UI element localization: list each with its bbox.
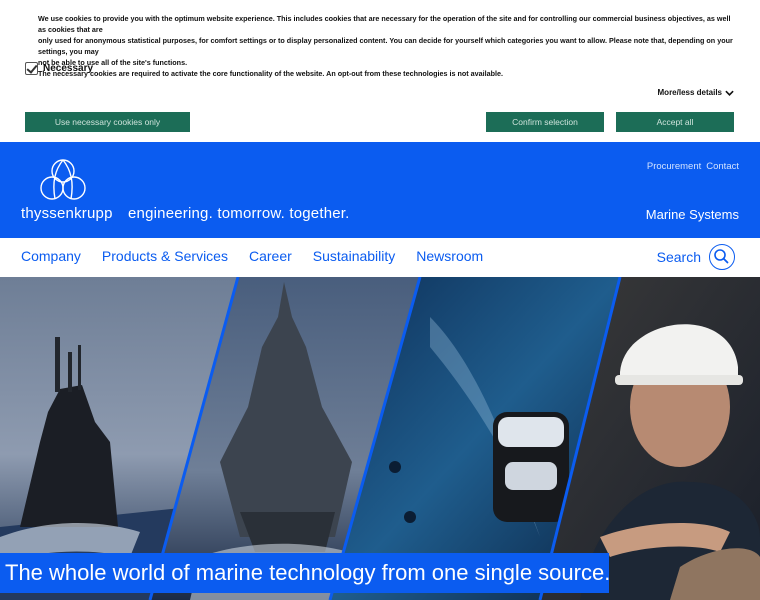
nav-items: Company Products & Services Career Susta… [21,248,504,264]
cookie-banner: We use cookies to provide you with the o… [0,0,760,142]
site-header: thyssenkrupp engineering. tomorrow. toge… [0,142,760,238]
search-button[interactable]: Search [657,244,735,270]
brand-tagline: engineering. tomorrow. together. [128,205,350,222]
top-links: Procurement Contact [647,161,739,172]
necessary-checkbox[interactable] [25,62,38,75]
search-label: Search [656,249,701,265]
contact-link[interactable]: Contact [706,161,739,172]
procurement-link[interactable]: Procurement [647,161,701,172]
nav-item-career[interactable]: Career [249,248,292,264]
search-icon [709,244,735,270]
use-necessary-cookies-button[interactable]: Use necessary cookies only [25,112,190,132]
more-details-toggle[interactable]: More/less details [658,88,734,97]
nav-item-company[interactable]: Company [21,248,81,264]
chevron-down-icon [725,90,734,96]
nav-item-products-services[interactable]: Products & Services [102,248,228,264]
hero-image [0,277,760,600]
cookie-text-line: not be able to use all of the site's fun… [38,58,188,67]
necessary-label: Necessary [43,63,94,74]
nav-item-sustainability[interactable]: Sustainability [313,248,396,264]
hero-banner: The whole world of marine technology fro… [0,277,760,600]
cookie-text-line: The necessary cookies are required to ac… [38,69,504,78]
cookie-text: We use cookies to provide you with the o… [38,13,738,79]
more-details-label: More/less details [657,88,722,97]
brand-name[interactable]: thyssenkrupp [21,205,113,222]
accept-all-button[interactable]: Accept all [616,112,734,132]
thyssenkrupp-logo-icon[interactable] [38,158,88,203]
cookie-text-line: only used for anonymous statistical purp… [38,36,733,56]
hero-caption: The whole world of marine technology fro… [0,553,610,593]
division-title[interactable]: Marine Systems [646,207,739,222]
necessary-checkbox-row[interactable]: Necessary [25,62,93,75]
cookie-text-line: We use cookies to provide you with the o… [38,14,731,34]
confirm-selection-button[interactable]: Confirm selection [486,112,604,132]
main-nav: Company Products & Services Career Susta… [0,238,760,277]
nav-item-newsroom[interactable]: Newsroom [416,248,483,264]
